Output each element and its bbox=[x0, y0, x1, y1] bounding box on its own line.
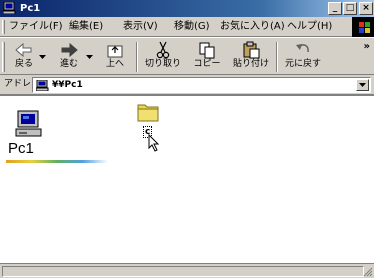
windows-logo-icon bbox=[352, 17, 374, 37]
chevron-down-icon bbox=[359, 83, 366, 87]
toolbar-separator bbox=[136, 42, 138, 72]
close-button[interactable]: × bbox=[359, 2, 373, 15]
undo-label: 元に戻す bbox=[284, 59, 321, 69]
computer-icon bbox=[36, 80, 49, 91]
address-value: ¥¥Pc1 bbox=[52, 80, 83, 90]
toolbar-grip[interactable] bbox=[2, 42, 5, 72]
forward-label: 進む bbox=[59, 59, 78, 69]
minimize-button[interactable]: _ bbox=[328, 2, 342, 15]
folder-icon[interactable] bbox=[136, 102, 160, 122]
copy-button[interactable]: コピー bbox=[190, 40, 224, 73]
up-label: 上へ bbox=[105, 59, 124, 69]
copy-icon bbox=[199, 42, 215, 59]
title-bar[interactable]: Pc1 _ □ × bbox=[0, 0, 374, 17]
menu-file[interactable]: ファイル(F) bbox=[9, 19, 63, 35]
up-folder-icon bbox=[107, 45, 123, 58]
forward-arrow-icon bbox=[61, 42, 78, 58]
back-arrow-icon bbox=[15, 42, 32, 58]
maximize-button[interactable]: □ bbox=[343, 2, 357, 15]
scissors-icon bbox=[156, 41, 170, 59]
toolbar-overflow-chevron[interactable]: » bbox=[364, 41, 370, 52]
copy-label: コピー bbox=[193, 59, 221, 69]
menu-help[interactable]: ヘルプ(H) bbox=[287, 19, 332, 35]
menu-view[interactable]: 表示(V) bbox=[123, 19, 158, 35]
back-label: 戻る bbox=[14, 59, 33, 69]
address-input[interactable]: ¥¥Pc1 bbox=[32, 77, 371, 93]
undo-button[interactable]: 元に戻す bbox=[281, 40, 325, 73]
web-view-panel: Pc1 bbox=[0, 96, 110, 263]
folder-view[interactable]: Pc1 c bbox=[0, 95, 374, 263]
computer-icon bbox=[3, 2, 16, 14]
resize-grip-icon[interactable] bbox=[363, 267, 373, 277]
up-button[interactable]: 上へ bbox=[100, 40, 130, 73]
address-dropdown-button[interactable] bbox=[356, 79, 369, 91]
forward-button[interactable]: 進む bbox=[52, 40, 86, 73]
menu-grip[interactable] bbox=[2, 20, 5, 34]
toolbar: 戻る 進む 上へ 切り取り コピー 貼り付け 元に戻す » bbox=[0, 37, 374, 75]
status-bar bbox=[0, 263, 374, 278]
menu-favorites[interactable]: お気に入り(A) bbox=[220, 19, 285, 35]
forward-dropdown-icon[interactable] bbox=[86, 55, 93, 59]
toolbar-separator bbox=[276, 42, 278, 72]
address-bar: アドレス(D) ¥¥Pc1 bbox=[0, 75, 374, 95]
cut-label: 切り取り bbox=[144, 59, 181, 69]
menu-edit[interactable]: 編集(E) bbox=[69, 19, 103, 35]
menu-go[interactable]: 移動(G) bbox=[174, 19, 210, 35]
paste-button[interactable]: 貼り付け bbox=[230, 40, 272, 73]
mouse-pointer-icon bbox=[148, 134, 160, 152]
location-title: Pc1 bbox=[8, 140, 34, 157]
cut-button[interactable]: 切り取り bbox=[142, 40, 184, 73]
paste-icon bbox=[243, 41, 260, 59]
window-title: Pc1 bbox=[20, 3, 41, 14]
undo-icon bbox=[296, 44, 309, 53]
gradient-divider bbox=[6, 160, 108, 163]
back-button[interactable]: 戻る bbox=[8, 40, 40, 73]
status-pane bbox=[2, 266, 364, 277]
back-dropdown-icon[interactable] bbox=[39, 55, 46, 59]
computer-icon bbox=[15, 110, 42, 137]
menu-bar: ファイル(F) 編集(E) 表示(V) 移動(G) お気に入り(A) ヘルプ(H… bbox=[0, 17, 374, 37]
paste-label: 貼り付け bbox=[232, 59, 269, 69]
